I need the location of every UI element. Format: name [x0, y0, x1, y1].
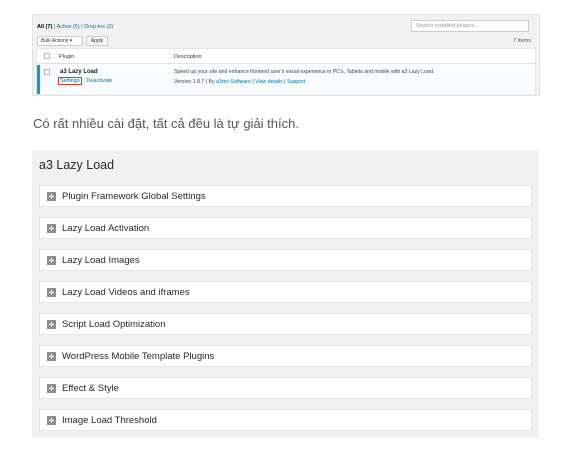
- article-caption: Có rất nhiều cài đặt, tất cả đều là tự g…: [33, 116, 299, 131]
- section-label: Lazy Load Images: [62, 255, 140, 266]
- column-description: Description: [174, 54, 202, 60]
- plugin-row-actions: Settings | Deactivate: [58, 77, 112, 85]
- plugins-list-screenshot: All (7) | Active (5) | Drop-ins (2) Sear…: [32, 14, 540, 96]
- section-script-load-optimization[interactable]: Script Load Optimization: [39, 313, 532, 335]
- apply-button[interactable]: Apply: [86, 36, 108, 46]
- settings-link[interactable]: Settings: [60, 78, 80, 84]
- section-label: Lazy Load Videos and iframes: [62, 287, 190, 298]
- support-link[interactable]: Support: [287, 79, 305, 85]
- row-checkbox[interactable]: [44, 69, 50, 75]
- section-label: Image Load Threshold: [62, 415, 157, 426]
- search-plugins-input[interactable]: Search installed plugins...: [411, 20, 529, 32]
- section-label: Lazy Load Activation: [62, 223, 150, 234]
- plugin-name: a3 Lazy Load: [60, 69, 98, 75]
- settings-highlight-box: Settings: [58, 77, 82, 85]
- filter-dropins[interactable]: Drop-ins (2): [84, 24, 113, 30]
- deactivate-link[interactable]: Deactivate: [86, 78, 112, 84]
- author-link[interactable]: a3rev Software: [216, 79, 251, 85]
- section-image-load-threshold[interactable]: Image Load Threshold: [39, 409, 532, 431]
- expand-plus-icon[interactable]: [47, 224, 56, 233]
- filter-active[interactable]: Active (5): [56, 24, 79, 30]
- plugin-filters: All (7) | Active (5) | Drop-ins (2): [37, 24, 113, 30]
- section-label: WordPress Mobile Template Plugins: [62, 351, 215, 362]
- expand-plus-icon[interactable]: [47, 352, 56, 361]
- section-effect-style[interactable]: Effect & Style: [39, 377, 532, 399]
- table-row: a3 Lazy Load Settings | Deactivate Speed…: [37, 65, 535, 94]
- expand-plus-icon[interactable]: [47, 320, 56, 329]
- plugin-description: Speed up your site and enhance frontend …: [174, 69, 435, 75]
- section-label: Effect & Style: [62, 383, 119, 394]
- plugins-table: Plugin Description a3 Lazy Load Settings…: [36, 48, 536, 94]
- page-title: a3 Lazy Load: [39, 158, 115, 172]
- section-lazy-load-activation[interactable]: Lazy Load Activation: [39, 217, 532, 239]
- expand-plus-icon[interactable]: [47, 384, 56, 393]
- plugin-version: Version 1.8.7 | By: [174, 79, 217, 85]
- select-all-checkbox[interactable]: [44, 53, 50, 59]
- plugin-meta: Version 1.8.7 | By a3rev Software | View…: [174, 79, 305, 85]
- table-header: Plugin Description: [37, 49, 535, 64]
- expand-plus-icon[interactable]: [47, 288, 56, 297]
- section-mobile-template-plugins[interactable]: WordPress Mobile Template Plugins: [39, 345, 532, 367]
- items-count: 7 items: [513, 38, 531, 44]
- bulk-actions-select[interactable]: Bulk Actions ▾: [37, 36, 83, 46]
- section-lazy-load-videos[interactable]: Lazy Load Videos and iframes: [39, 281, 532, 303]
- section-label: Script Load Optimization: [62, 319, 166, 330]
- expand-plus-icon[interactable]: [47, 416, 56, 425]
- column-plugin: Plugin: [59, 54, 75, 60]
- section-label: Plugin Framework Global Settings: [62, 191, 206, 202]
- settings-screenshot: a3 Lazy Load Plugin Framework Global Set…: [32, 150, 539, 438]
- section-lazy-load-images[interactable]: Lazy Load Images: [39, 249, 532, 271]
- view-details-link[interactable]: View details: [255, 79, 283, 85]
- section-global-settings[interactable]: Plugin Framework Global Settings: [39, 185, 532, 207]
- expand-plus-icon[interactable]: [47, 256, 56, 265]
- filter-all[interactable]: All (7): [37, 24, 52, 30]
- expand-plus-icon[interactable]: [47, 192, 56, 201]
